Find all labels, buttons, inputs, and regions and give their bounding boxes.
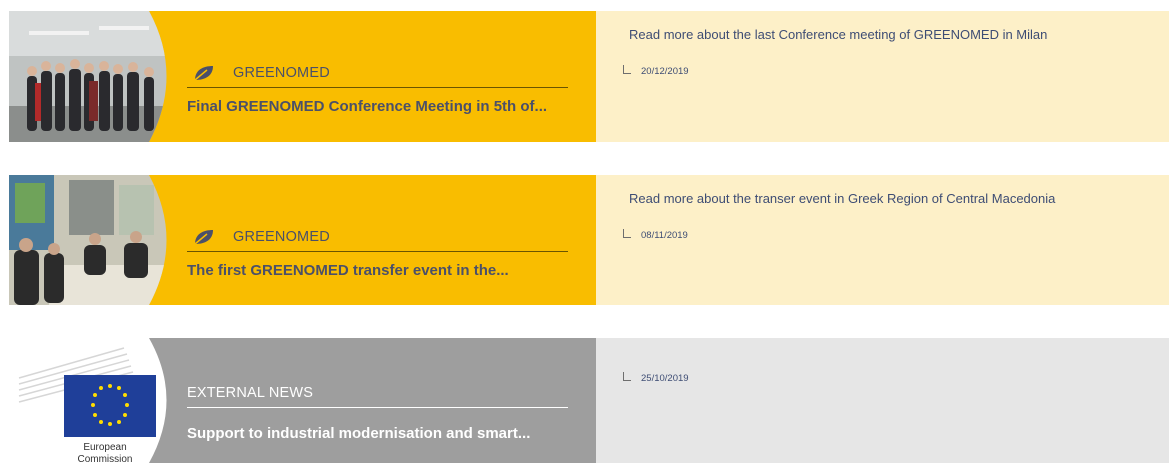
news-card-banner[interactable]: European Commission EXTERNAL NEWS Support…	[9, 338, 596, 463]
news-photo[interactable]	[9, 11, 199, 142]
category-row: GREENOMED	[187, 223, 568, 252]
read-more-link[interactable]: Read more about the last Conference meet…	[629, 27, 1047, 42]
date-row: 20/12/2019	[623, 65, 689, 77]
category-row: EXTERNAL NEWS	[187, 379, 568, 408]
leaf-icon	[191, 228, 215, 246]
news-card-banner[interactable]: GREENOMED The first GREENOMED transfer e…	[9, 175, 596, 305]
news-detail-panel: Read more about the last Conference meet…	[596, 11, 1169, 142]
news-date: 25/10/2019	[641, 373, 689, 384]
corner-icon	[623, 372, 631, 381]
logo-text: European Commission	[77, 442, 133, 463]
date-row: 08/11/2019	[623, 229, 688, 241]
category-label: EXTERNAL NEWS	[187, 385, 314, 401]
news-photo[interactable]: European Commission	[9, 338, 199, 463]
news-date: 08/11/2019	[641, 230, 688, 241]
news-detail-panel: Read more about the transer event in Gre…	[596, 175, 1169, 305]
news-card[interactable]: GREENOMED Final GREENOMED Conference Mee…	[9, 11, 1169, 142]
leaf-icon	[191, 64, 215, 82]
news-photo[interactable]	[9, 175, 199, 305]
news-card[interactable]: European Commission EXTERNAL NEWS Support…	[9, 338, 1169, 463]
category-label: GREENOMED	[233, 229, 330, 245]
news-date: 20/12/2019	[641, 66, 689, 77]
date-row: 25/10/2019	[623, 372, 689, 384]
category-row: GREENOMED	[187, 59, 568, 88]
corner-icon	[623, 229, 631, 238]
news-detail-panel: 25/10/2019	[596, 338, 1169, 463]
category-label: GREENOMED	[233, 65, 330, 81]
news-text-block: EXTERNAL NEWS Support to industrial mode…	[187, 338, 568, 463]
news-text-block: GREENOMED Final GREENOMED Conference Mee…	[187, 11, 568, 142]
news-text-block: GREENOMED The first GREENOMED transfer e…	[187, 175, 568, 305]
news-headline[interactable]: The first GREENOMED transfer event in th…	[187, 262, 568, 279]
read-more-link[interactable]: Read more about the transer event in Gre…	[629, 191, 1055, 206]
corner-icon	[623, 65, 631, 74]
news-card[interactable]: GREENOMED The first GREENOMED transfer e…	[9, 175, 1169, 305]
news-headline[interactable]: Final GREENOMED Conference Meeting in 5t…	[187, 98, 568, 115]
news-card-banner[interactable]: GREENOMED Final GREENOMED Conference Mee…	[9, 11, 596, 142]
news-headline[interactable]: Support to industrial modernisation and …	[187, 425, 568, 442]
